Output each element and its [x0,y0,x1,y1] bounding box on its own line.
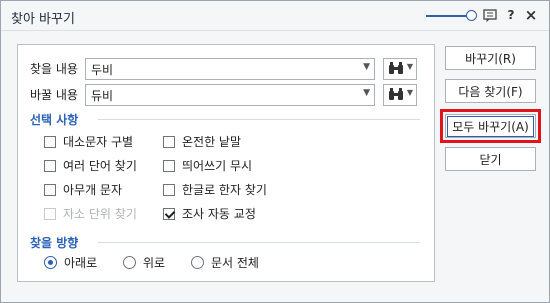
checkbox[interactable] [44,135,56,148]
close-button-label: 닫기 [479,152,502,167]
direction-label: 아래로 [64,256,98,270]
direction-divider [98,242,420,243]
radio-button[interactable] [123,256,136,269]
option-label: 대소문자 구별 [63,135,134,149]
replace-all-button-label: 모두 바꾸기(A) [447,115,534,137]
option-ignore-spaces[interactable]: 띄어쓰기 무시 [163,157,252,174]
radio-button[interactable] [191,256,204,269]
checkbox [44,207,56,220]
find-next-button[interactable]: 다음 찾기(F) [445,79,536,103]
replace-button[interactable]: 바꾸기(R) [445,46,536,70]
replace-combo[interactable]: 듀비 ▼ [85,84,375,106]
replace-value: 듀비 [91,89,114,103]
transparency-slider-track[interactable] [426,15,470,17]
option-label: 온전한 낱말 [182,135,242,149]
direction-section-title: 찾을 방향 [30,236,79,250]
options-section-title: 선택 사항 [30,113,79,127]
find-next-button-label: 다음 찾기(F) [458,84,523,99]
checkbox[interactable] [163,159,175,172]
checkbox[interactable] [163,135,175,148]
option-label: 아무개 문자 [63,183,123,197]
direction-label: 문서 전체 [211,256,259,270]
option-jaso-search: 자소 단위 찾기 [44,205,137,222]
checkbox[interactable] [44,183,56,196]
option-label: 조사 자동 교정 [182,207,256,221]
chevron-down-icon[interactable]: ▼ [363,88,370,98]
option-hanja-by-hangul[interactable]: 한글로 한자 찾기 [163,181,267,198]
option-wildcard[interactable]: 아무개 문자 [44,181,122,198]
checkbox[interactable] [163,207,175,220]
find-options-button[interactable]: ▼ [383,58,417,80]
transparency-slider-thumb[interactable] [466,10,477,21]
replace-all-button[interactable]: 모두 바꾸기(A) [440,109,541,143]
checkbox[interactable] [163,183,175,196]
comment-icon[interactable] [482,7,498,23]
replace-label: 바꿀 내용 [30,88,78,102]
direction-whole-document[interactable]: 문서 전체 [191,254,259,271]
title-bar: 찾아 바꾸기 ? × [1,1,549,31]
find-replace-dialog: 찾아 바꾸기 ? × 찾을 내용 두비 ▼ ▼ 바꿀 내용 듀비 ▼ ▼ 선택 … [0,0,550,303]
close-icon[interactable]: × [523,6,539,24]
option-label: 자소 단위 찾기 [63,207,137,221]
main-panel: 찾을 내용 두비 ▼ ▼ 바꿀 내용 듀비 ▼ ▼ 선택 사항 대소문자 구별 … [17,44,435,282]
close-button[interactable]: 닫기 [445,147,536,171]
replace-button-label: 바꾸기(R) [465,51,516,66]
option-label: 한글로 한자 찾기 [182,183,267,197]
chevron-down-icon: ▼ [406,62,413,71]
direction-up[interactable]: 위로 [123,254,165,271]
binoculars-icon [388,88,404,104]
find-combo[interactable]: 두비 ▼ [85,58,375,80]
binoculars-icon [388,62,404,78]
radio-button[interactable] [44,256,57,269]
option-label: 여러 단어 찾기 [63,159,137,173]
option-label: 띄어쓰기 무시 [182,159,253,173]
option-case-sensitive[interactable]: 대소문자 구별 [44,133,133,150]
find-label: 찾을 내용 [30,62,78,76]
direction-down[interactable]: 아래로 [44,254,97,271]
option-multiple-words[interactable]: 여러 단어 찾기 [44,157,137,174]
chevron-down-icon[interactable]: ▼ [363,62,370,72]
options-divider [98,119,420,120]
find-value: 두비 [91,63,114,77]
window-title: 찾아 바꾸기 [11,12,75,27]
help-icon[interactable]: ? [503,7,519,23]
direction-label: 위로 [143,256,166,270]
chevron-down-icon: ▼ [406,88,413,97]
checkbox[interactable] [44,159,56,172]
replace-options-button[interactable]: ▼ [383,84,417,106]
option-whole-word[interactable]: 온전한 낱말 [163,133,241,150]
option-auto-josa[interactable]: 조사 자동 교정 [163,205,256,222]
